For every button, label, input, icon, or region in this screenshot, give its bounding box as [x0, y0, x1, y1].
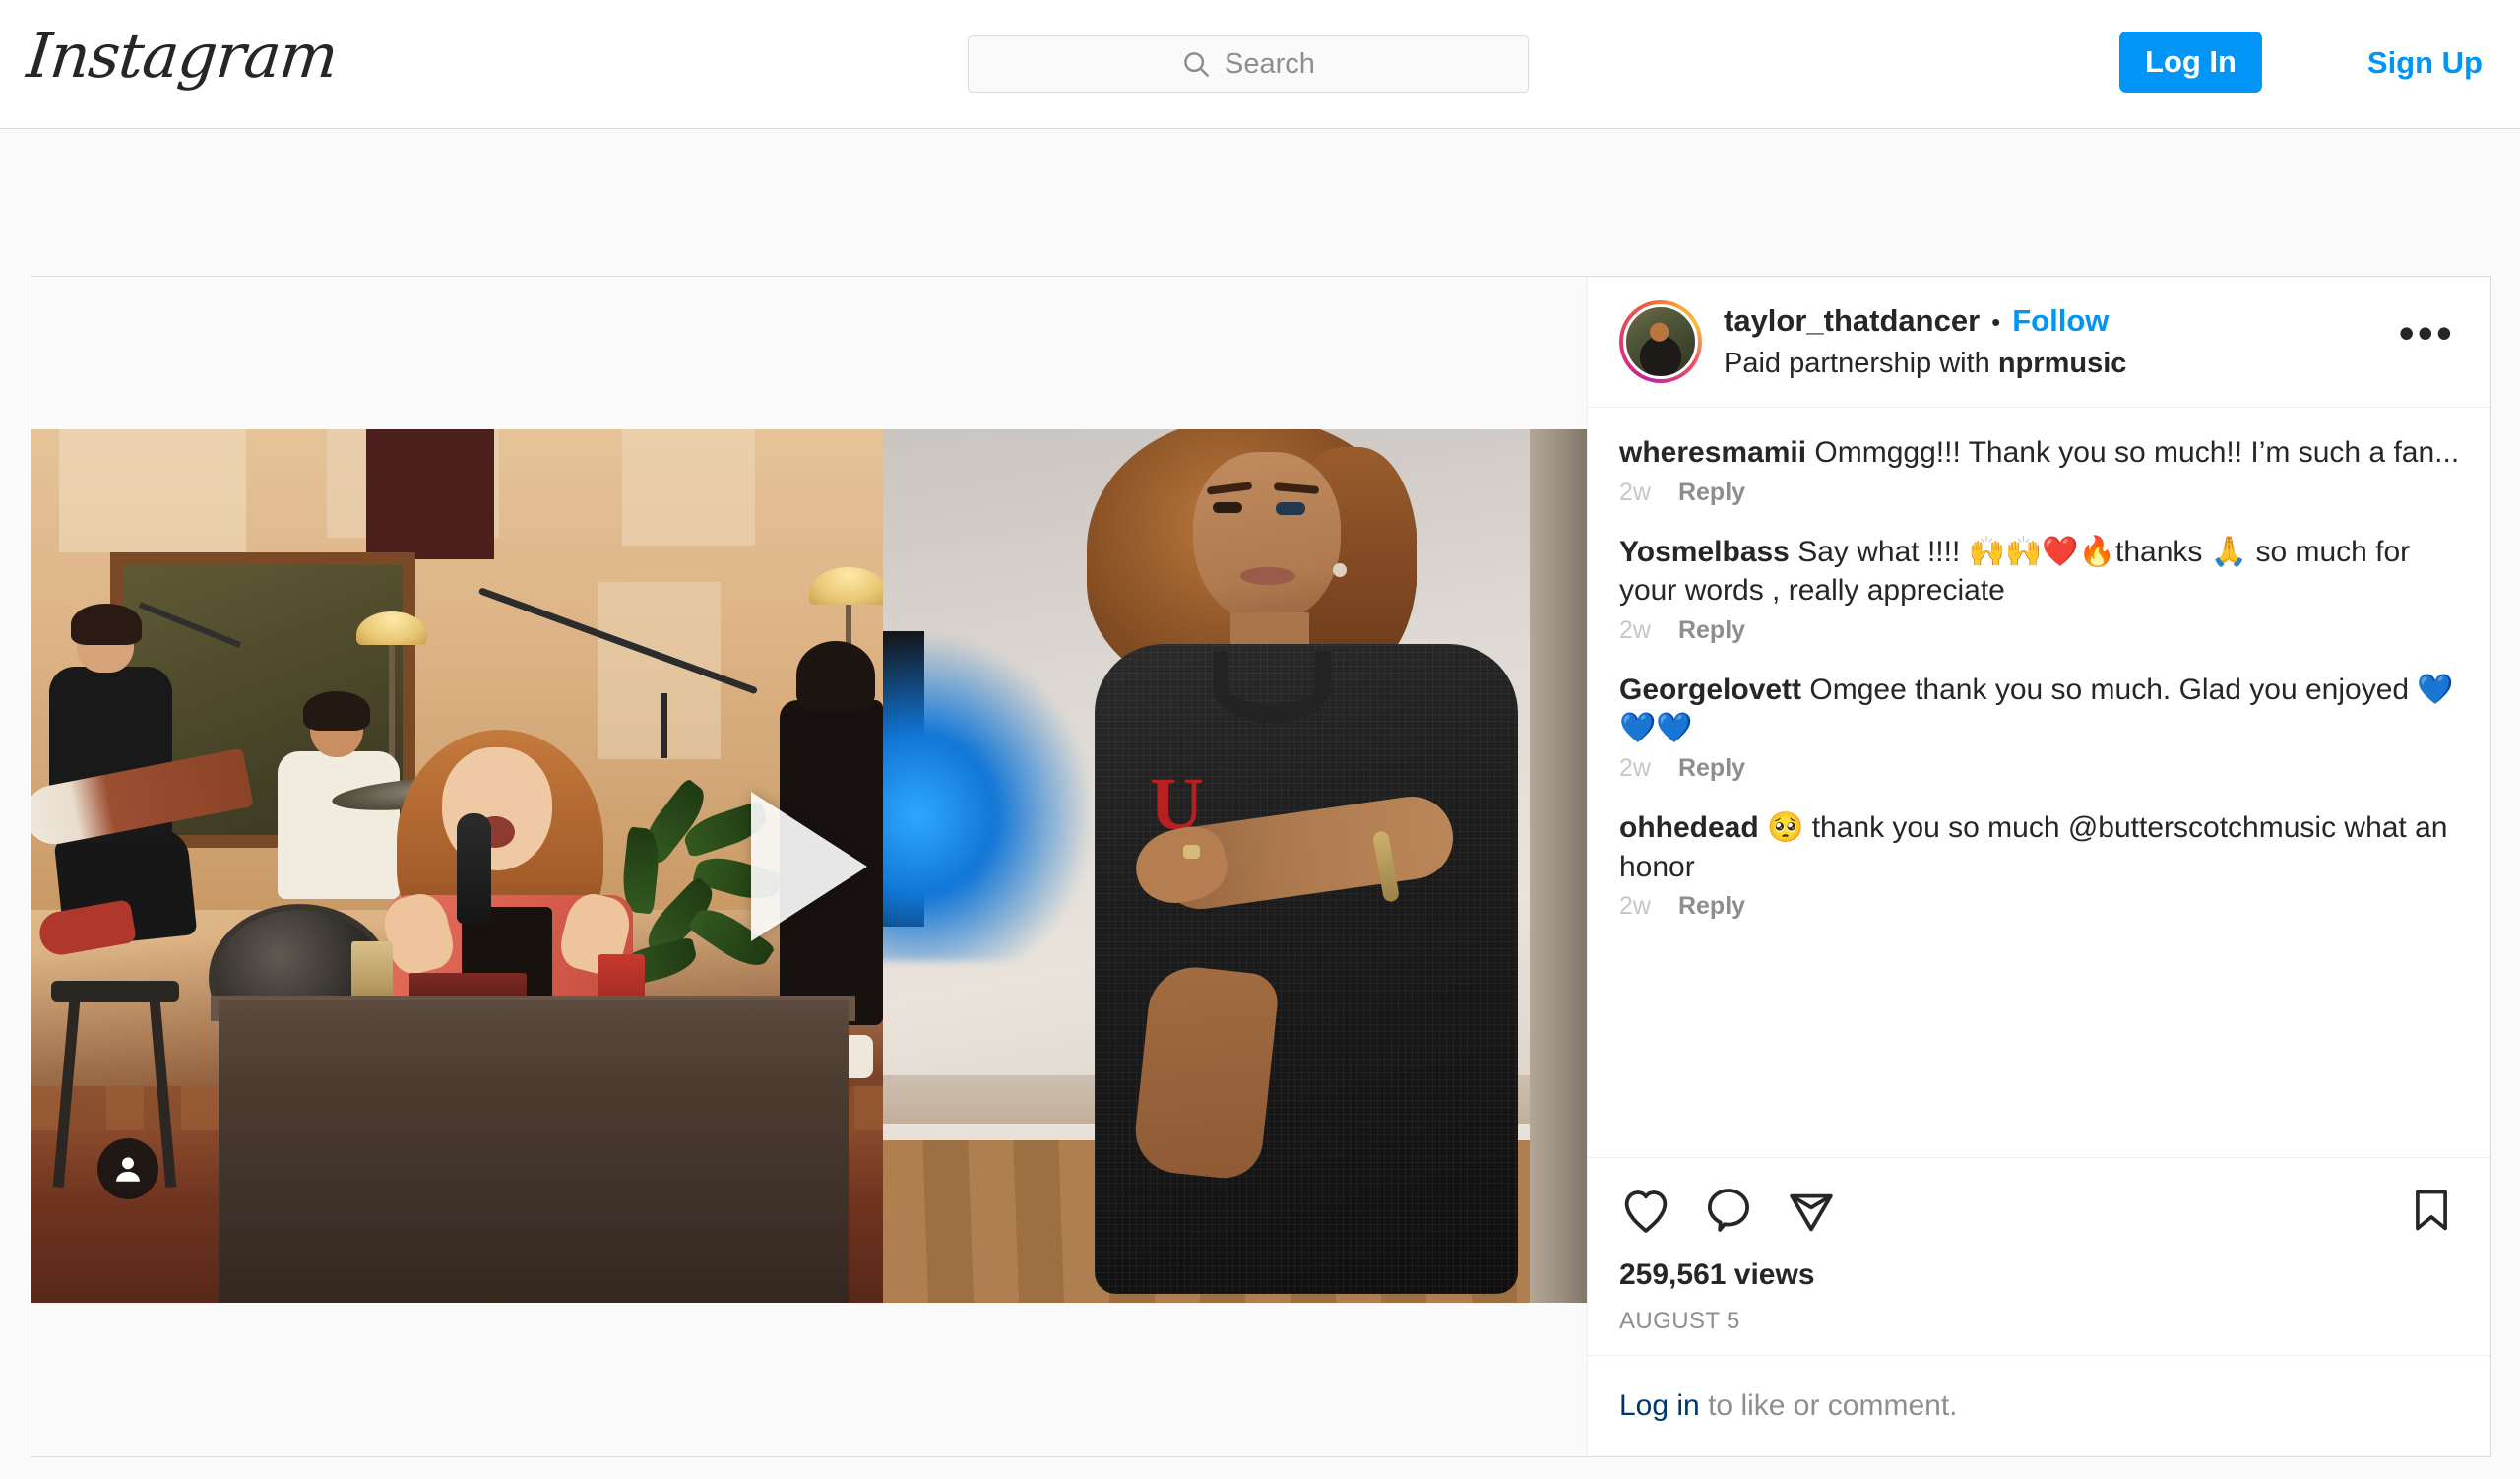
login-prompt: Log in to like or comment. — [1588, 1356, 2490, 1456]
heart-icon[interactable] — [1619, 1184, 1672, 1237]
list-item: ohhedead 🥺 thank you so much @butterscot… — [1619, 808, 2463, 921]
comment-timestamp: 2w — [1619, 615, 1651, 644]
comment-timestamp: 2w — [1619, 753, 1651, 782]
play-icon[interactable] — [751, 791, 867, 941]
comment-author[interactable]: Georgelovett — [1619, 674, 1801, 706]
list-item: wheresmamii Ommggg!!! Thank you so much!… — [1619, 433, 2463, 507]
log-in-button[interactable]: Log In — [2119, 32, 2262, 93]
comment-author[interactable]: wheresmamii — [1619, 436, 1806, 469]
instagram-logo[interactable]: Instagram — [24, 20, 341, 92]
avatar[interactable] — [1619, 300, 1702, 383]
person-tag-icon[interactable] — [97, 1138, 158, 1199]
comment-author[interactable]: ohhedead — [1619, 811, 1759, 844]
search-placeholder: Search — [1225, 47, 1315, 80]
post-header: taylor_thatdancer • Follow Paid partners… — [1588, 277, 2490, 408]
search-icon — [1184, 52, 1210, 78]
top-navigation-bar: Instagram Search Log In Sign Up — [0, 0, 2520, 129]
login-prompt-text: to like or comment. — [1699, 1389, 1958, 1422]
video-right-half: U — [883, 429, 1587, 1303]
paid-partner-brand[interactable]: nprmusic — [1998, 348, 2127, 379]
comments-list: wheresmamii Ommggg!!! Thank you so much!… — [1588, 408, 2490, 1158]
video-player[interactable]: U — [32, 429, 1587, 1303]
list-item: Yosmelbass Say what !!!! 🙌🙌❤️🔥thanks 🙏 s… — [1619, 533, 2463, 645]
sign-up-button[interactable]: Sign Up — [2367, 45, 2483, 81]
avatar-image — [1623, 304, 1698, 379]
post-actions: 259,561 views AUGUST 5 — [1588, 1158, 2490, 1356]
list-item: Georgelovett Omgee thank you so much. Gl… — [1619, 671, 2463, 783]
more-options-button[interactable]: ••• — [2391, 310, 2463, 359]
post-media-column: U — [32, 277, 1587, 1456]
paid-partnership-label: Paid partnership with nprmusic — [1724, 348, 2127, 380]
comment-reply-button[interactable]: Reply — [1678, 892, 1745, 921]
comment-text: Ommggg!!! Thank you so much!! I’m such a… — [1806, 436, 2460, 469]
comment-reply-button[interactable]: Reply — [1678, 479, 1745, 507]
post-card: U taylor_thatdancer • Follow Paid partne… — [31, 276, 2491, 1457]
author-username[interactable]: taylor_thatdancer — [1724, 301, 1980, 341]
share-paper-plane-icon[interactable] — [1785, 1184, 1838, 1237]
separator-dot: • — [1991, 306, 2001, 337]
bookmark-icon[interactable] — [2406, 1185, 2457, 1236]
comment-timestamp: 2w — [1619, 892, 1651, 921]
comment-bubble-icon[interactable] — [1702, 1184, 1755, 1237]
view-count: 259,561 views — [1619, 1258, 1815, 1291]
comment-author[interactable]: Yosmelbass — [1619, 536, 1790, 568]
login-link[interactable]: Log in — [1619, 1389, 1700, 1422]
search-input[interactable]: Search — [968, 35, 1529, 93]
comment-reply-button[interactable]: Reply — [1678, 754, 1745, 783]
comment-reply-button[interactable]: Reply — [1678, 616, 1745, 645]
follow-button[interactable]: Follow — [2012, 301, 2109, 341]
post-sidebar: taylor_thatdancer • Follow Paid partners… — [1587, 277, 2490, 1456]
comment-timestamp: 2w — [1619, 478, 1651, 506]
post-date: AUGUST 5 — [1619, 1308, 1740, 1334]
